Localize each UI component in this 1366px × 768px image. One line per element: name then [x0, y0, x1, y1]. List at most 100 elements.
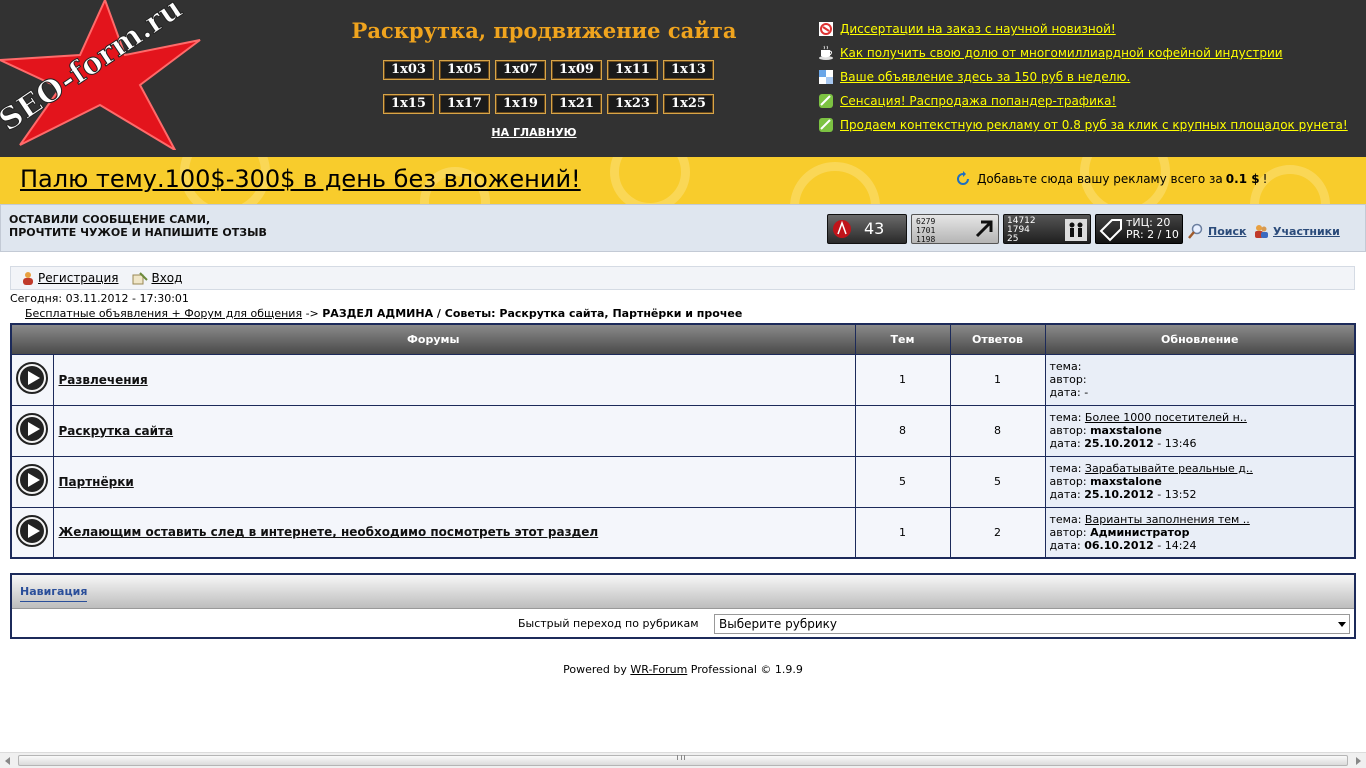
ad-link[interactable]: Ваше объявление здесь за 150 руб в недел…: [840, 70, 1130, 84]
banner-price: 0.1 $: [1225, 172, 1260, 186]
forum-name-cell: Желающим оставить след в интернете, необ…: [52, 506, 856, 559]
label-author: автор:: [1049, 424, 1087, 437]
forum-replies-count: 1: [949, 353, 1046, 406]
user-add-icon: [23, 272, 33, 285]
header-replies: Ответов: [949, 323, 1046, 355]
forum-link[interactable]: Желающим оставить след в интернете, необ…: [59, 525, 599, 539]
episode-button[interactable]: 1x25: [663, 94, 714, 114]
scroll-left-icon[interactable]: [5, 757, 10, 765]
counter-badge-3[interactable]: 14712 1794 25: [1003, 214, 1091, 244]
footer-powered-by: Powered by WR-Forum Professional © 1.9.9: [0, 663, 1366, 676]
episode-button[interactable]: 1x15: [383, 94, 434, 114]
label-topic: тема:: [1049, 462, 1082, 475]
label-date: дата:: [1049, 488, 1081, 501]
quick-jump-label: Быстрый переход по рубрикам: [518, 617, 699, 630]
breadcrumb: Бесплатные объявления + Форум для общени…: [25, 307, 742, 320]
footer-wr-forum-link[interactable]: WR-Forum: [630, 663, 687, 676]
last-date: 06.10.2012: [1084, 538, 1154, 552]
label-author: автор:: [1049, 525, 1087, 539]
search-icon: [1188, 223, 1203, 239]
last-topic-link[interactable]: Варианты заполнения тем ..: [1085, 513, 1250, 526]
horizontal-scrollbar[interactable]: [0, 752, 1366, 768]
forum-topics-count: 1: [854, 353, 951, 406]
forum-link[interactable]: Партнёрки: [59, 475, 134, 489]
ad-link[interactable]: Продаем контекстную рекламу от 0.8 руб з…: [840, 118, 1348, 132]
header-update: Обновление: [1044, 323, 1356, 355]
login-link[interactable]: Вход: [132, 271, 182, 285]
episode-button[interactable]: 1x03: [383, 60, 434, 80]
site-logo[interactable]: SEO-form.ru: [0, 0, 210, 150]
quick-jump-selected: Выберите рубрику: [719, 617, 837, 631]
site-header: SEO-form.ru Раскрутка, продвижение сайта…: [0, 0, 1366, 157]
people-icon: [1065, 219, 1087, 241]
label-date: дата:: [1049, 538, 1081, 552]
last-time: - 13:52: [1153, 488, 1197, 501]
register-link[interactable]: Регистрация: [21, 271, 118, 285]
refresh-icon: [957, 171, 969, 185]
members-label: Участники: [1273, 224, 1340, 238]
ad-link-item: Продаем контекстную рекламу от 0.8 руб з…: [818, 113, 1348, 137]
members-icon: [1255, 225, 1268, 238]
login-label: Вход: [151, 271, 183, 285]
table-row: Раскрутка сайта 8 8 тема: Более 1000 пос…: [10, 404, 1356, 457]
forum-replies-count: 2: [949, 506, 1046, 559]
forum-topics-count: 5: [854, 455, 951, 508]
counter-badge-1[interactable]: 43: [827, 214, 907, 244]
episode-button[interactable]: 1x13: [663, 60, 714, 80]
counter-logo-icon: [833, 220, 851, 238]
to-main-link[interactable]: НА ГЛАВНУЮ: [300, 126, 768, 139]
label-topic: тема:: [1049, 360, 1082, 373]
episode-row-1: 1x03 1x05 1x07 1x09 1x11 1x13: [383, 60, 714, 80]
forum-topics-count: 8: [854, 404, 951, 457]
forum-link[interactable]: Раскрутка сайта: [59, 424, 174, 438]
scroll-right-icon[interactable]: [1356, 757, 1361, 765]
breadcrumb-home-link[interactable]: Бесплатные объявления + Форум для общени…: [25, 307, 302, 320]
counter-badge-2[interactable]: 6279 1701 1198: [911, 214, 999, 244]
episode-button[interactable]: 1x17: [439, 94, 490, 114]
play-icon: [16, 362, 49, 394]
slogan-bar: ОСТАВИЛИ СООБЩЕНИЕ САМИ, ПРОЧТИТЕ ЧУЖОЕ …: [0, 204, 1366, 252]
last-time: - 14:24: [1153, 538, 1197, 552]
slogan-line-1: ОСТАВИЛИ СООБЩЕНИЕ САМИ,: [9, 213, 211, 226]
episode-row-2: 1x15 1x17 1x19 1x21 1x23 1x25: [383, 94, 714, 114]
forum-last-update: тема: Зарабатывайте реальные д.. автор: …: [1044, 455, 1356, 508]
last-topic-link[interactable]: Зарабатывайте реальные д..: [1085, 462, 1253, 475]
forum-last-update: тема: автор: дата: -: [1044, 353, 1356, 406]
label-topic: тема:: [1049, 512, 1082, 526]
forum-icon-cell: [10, 404, 54, 457]
banner-ad-link[interactable]: Палю тему.100$-300$ в день без вложений!: [20, 165, 581, 193]
episode-button[interactable]: 1x21: [551, 94, 602, 114]
episode-button[interactable]: 1x23: [607, 94, 658, 114]
play-icon: [16, 464, 49, 496]
episode-button[interactable]: 1x11: [607, 60, 658, 80]
ad-link[interactable]: Сенсация! Распродажа попандер-трафика!: [840, 94, 1116, 108]
episode-button[interactable]: 1x19: [495, 94, 546, 114]
banner-advertise-note[interactable]: Добавьте сюда вашу рекламу всего за 0.1 …: [955, 171, 1267, 187]
episode-button[interactable]: 1x07: [495, 60, 546, 80]
forum-icon-cell: [10, 506, 54, 559]
register-label: Регистрация: [38, 271, 119, 285]
ad-link[interactable]: Как получить свою долю от многомиллиардн…: [840, 46, 1283, 60]
forum-icon-cell: [10, 353, 54, 406]
counter-badge-tic[interactable]: тИЦ: 20 PR: 2 / 10: [1095, 214, 1183, 244]
counter-stat: 1198: [916, 235, 936, 244]
forum-name-cell: Раскрутка сайта: [52, 404, 856, 457]
last-topic-link[interactable]: Более 1000 посетителей н..: [1085, 411, 1247, 424]
forum-link[interactable]: Развлечения: [59, 373, 148, 387]
forum-name-cell: Развлечения: [52, 353, 856, 406]
navigation-tab[interactable]: Навигация: [20, 585, 88, 602]
episode-button[interactable]: 1x09: [551, 60, 602, 80]
members-link[interactable]: Участники: [1253, 223, 1340, 239]
ad-link[interactable]: Диссертации на заказ с научной новизной!: [840, 22, 1116, 36]
last-author: maxstalone: [1090, 424, 1162, 437]
quick-jump-select[interactable]: Выберите рубрику: [714, 614, 1350, 634]
counter-stat: 6279: [916, 217, 936, 226]
ad-banner[interactable]: Палю тему.100$-300$ в день без вложений!…: [0, 157, 1366, 204]
episode-button[interactable]: 1x05: [439, 60, 490, 80]
counter-stat: 1701: [916, 226, 936, 235]
header-ad-links: Диссертации на заказ с научной новизной!…: [818, 17, 1348, 137]
search-link[interactable]: Поиск: [1188, 223, 1246, 239]
last-author: Администратор: [1090, 525, 1190, 539]
last-date: 25.10.2012: [1084, 437, 1154, 450]
forum-last-update: тема: Варианты заполнения тем .. автор: …: [1044, 506, 1356, 559]
